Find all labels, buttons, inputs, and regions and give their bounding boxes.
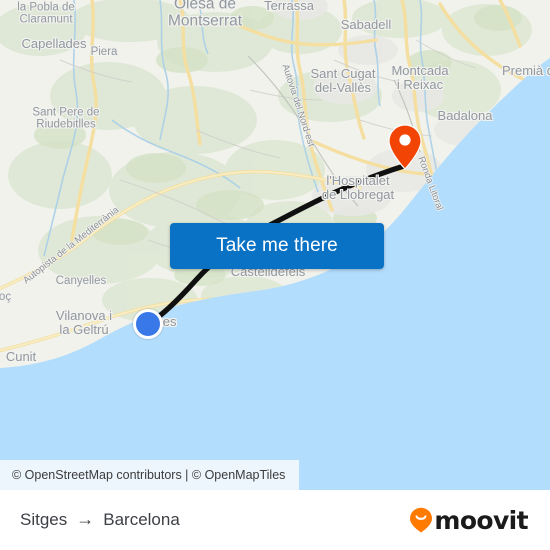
route-destination-label: Barcelona	[103, 510, 180, 529]
map-pin-icon	[388, 124, 422, 170]
attribution-text[interactable]: © OpenStreetMap contributors | © OpenMap…	[0, 460, 300, 490]
route-summary: Sitges → Barcelona	[20, 490, 180, 550]
take-me-there-button[interactable]: Take me there	[170, 223, 384, 269]
origin-marker-sitges[interactable]	[133, 309, 163, 339]
route-origin-label: Sitges	[20, 510, 68, 529]
map-viewport[interactable]: la Pobla de Claramunt Olesa de Montserrat…	[0, 0, 550, 460]
moovit-pin-icon	[410, 507, 433, 533]
destination-marker-barcelona[interactable]	[388, 124, 422, 170]
footer-bar: Sitges → Barcelona moovit	[0, 490, 550, 550]
moovit-logo[interactable]: moovit	[409, 490, 529, 550]
moovit-wordmark: moovit	[434, 505, 528, 535]
map-attribution-bar: © OpenStreetMap contributors | © OpenMap…	[0, 460, 550, 490]
arrow-right-icon: →	[76, 509, 95, 529]
